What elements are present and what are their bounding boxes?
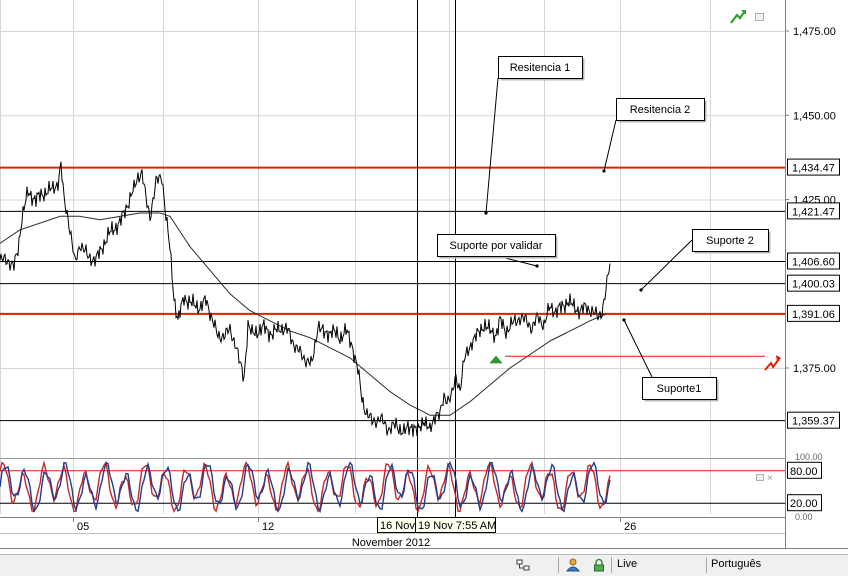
lock-icon[interactable]: [592, 558, 606, 572]
status-separator: [611, 557, 612, 573]
x-tick-label: 26: [624, 521, 636, 533]
level-value-label: 1,406.60: [792, 257, 835, 269]
status-separator: [706, 557, 707, 573]
level-value-label: 1,400.03: [792, 279, 835, 291]
oscillator-axis-label: 0.00: [795, 512, 813, 522]
oscillator-level-label: 20.00: [790, 498, 818, 510]
y-tick-label: 1,450.00: [793, 110, 836, 122]
x-tick-label: 12: [262, 521, 274, 533]
level-value-label: 1,359.37: [792, 416, 835, 428]
level-value-label: 1,391.06: [792, 309, 835, 321]
x-month-label: November 2012: [352, 537, 430, 549]
y-tick-label: 1,475.00: [793, 26, 836, 38]
level-value-label: 1,434.47: [792, 163, 835, 175]
annotation-anchor-dot: [639, 288, 643, 292]
pane-restore-icon[interactable]: [756, 474, 764, 481]
annotation-anchor-dot: [602, 169, 606, 173]
window-maximize-icon[interactable]: [755, 13, 764, 21]
user-account-icon[interactable]: [566, 558, 580, 572]
level-value-label: 1,421.47: [792, 206, 835, 218]
status-mode: Live: [617, 558, 638, 570]
annotation-label: Resitencia 1: [510, 62, 571, 74]
pane-close-icon[interactable]: ×: [767, 473, 773, 484]
annotation-label: Suporte 2: [706, 235, 754, 247]
trading-chart-window: Resitencia 1 Resitencia 2 Suporte por vali…: [0, 0, 848, 576]
status-bar: Live Português: [0, 554, 848, 576]
annotation-label: Resitencia 2: [630, 104, 691, 116]
status-language[interactable]: Português: [711, 558, 761, 570]
annotation-label: Suporte por validar: [450, 240, 543, 252]
y-tick-label: 1,375.00: [793, 363, 836, 375]
network-connection-icon[interactable]: [516, 558, 530, 572]
annotation-anchor-dot: [535, 264, 539, 268]
oscillator-level-label: 80.00: [790, 466, 818, 478]
status-separator: [558, 557, 559, 573]
x-tick-label: 05: [77, 521, 89, 533]
price-chart[interactable]: Resitencia 1 Resitencia 2 Suporte por vali…: [0, 0, 848, 554]
cursor-date-label: 16 Nov: [380, 520, 415, 532]
annotation-anchor-dot: [484, 211, 488, 215]
annotation-anchor-dot: [622, 318, 626, 322]
oscillator-axis-label: 100.00: [795, 452, 823, 462]
annotation-label: Suporte1: [657, 383, 702, 395]
cursor-datetime-label: 19 Nov 7:55 AM: [418, 520, 496, 532]
